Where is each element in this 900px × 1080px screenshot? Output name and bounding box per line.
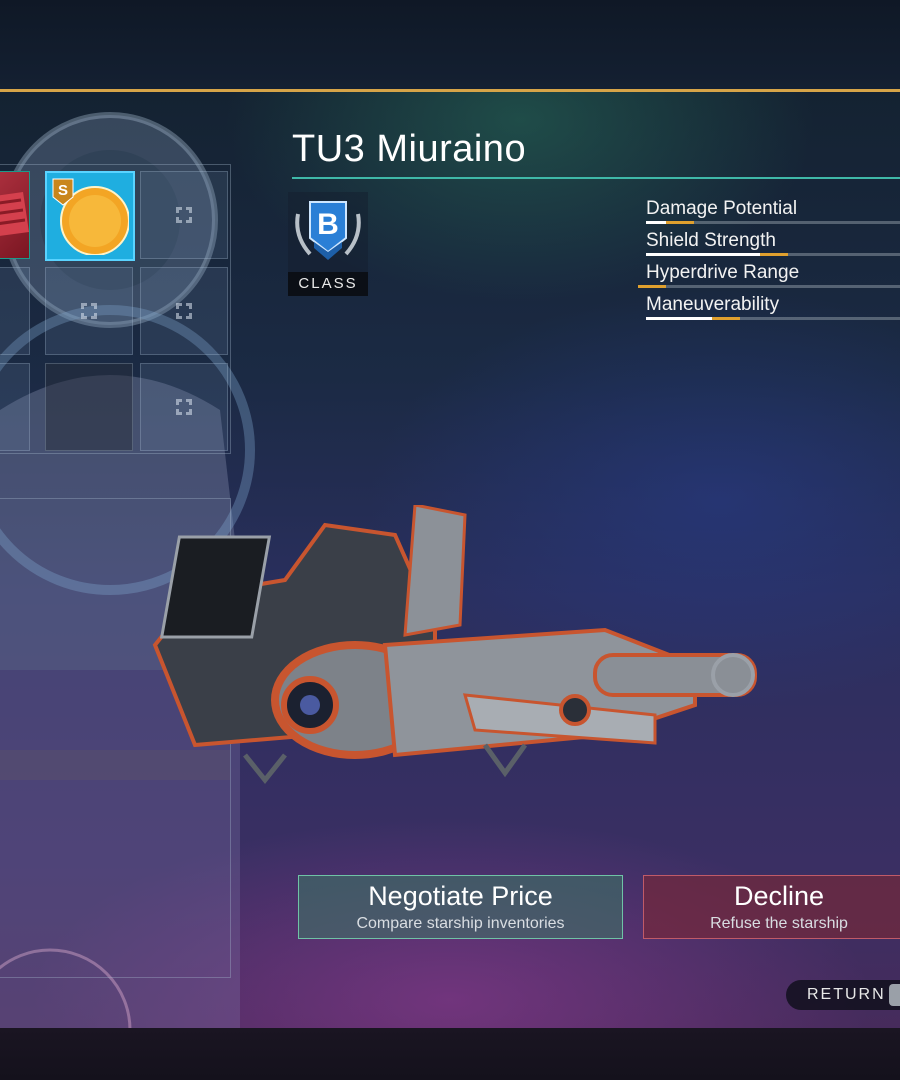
keyboard-key-icon [889,984,900,1006]
return-button[interactable]: RETURN [786,980,900,1010]
class-label: CLASS [288,272,368,296]
inventory-slot-empty[interactable] [140,363,228,451]
stat-bar [646,317,900,320]
empty-slot-icon [176,207,192,223]
stat-label: Hyperdrive Range [646,262,800,283]
salvage-badge-letter: S [58,182,68,199]
red-module-icon [0,192,29,236]
decline-label: Decline [733,881,825,911]
ship-name: TU3 Miuraino [292,128,527,170]
stat-bar [646,253,900,256]
negotiate-label: Negotiate Price [368,881,553,911]
class-grade: B [317,208,339,241]
inventory-slot-empty[interactable] [140,267,228,355]
inventory-slot-empty[interactable] [140,171,228,259]
stat-label: Maneuverability [646,294,780,315]
stat-maneuverability: Maneuverability [646,294,900,326]
ship-stats: Damage Potential Shield Strength Hyperdr… [638,198,900,326]
game-scene: S TU3 Miuraino B CLASS Damage Potential … [0,0,900,1080]
inventory-slot-empty[interactable] [0,267,30,355]
inventory-slot-empty[interactable] [45,267,133,355]
top-band [0,0,900,90]
stat-damage-potential: Damage Potential [646,198,900,230]
stat-hyperdrive-range: Hyperdrive Range [638,262,900,294]
bottom-band [0,1028,900,1080]
header-divider [0,89,900,92]
stat-bar [646,221,900,224]
stat-label: Shield Strength [646,230,776,251]
class-badge: B CLASS [288,192,368,296]
empty-slot-icon [81,303,97,319]
inventory-grid: S [0,164,231,454]
inventory-slot-item[interactable]: S [45,171,135,261]
inventory-slot-item[interactable] [0,171,30,259]
empty-slot-icon [176,303,192,319]
decline-button[interactable]: Decline Refuse the starship [643,875,900,939]
decline-sublabel: Refuse the starship [710,915,848,932]
empty-slot-icon [176,399,192,415]
title-divider [292,177,900,179]
inventory-slot-empty[interactable] [45,363,133,451]
return-label: RETURN [807,986,886,1003]
class-shield-icon: B [295,201,361,260]
negotiate-sublabel: Compare starship inventories [356,915,565,932]
starship-model [152,505,757,785]
negotiate-price-button[interactable]: Negotiate Price Compare starship invento… [298,875,623,939]
inventory-slot-empty[interactable] [0,363,30,451]
stat-shield-strength: Shield Strength [646,230,900,262]
stat-bar [638,285,900,288]
stat-label: Damage Potential [646,198,798,219]
salvage-coin-icon: S [52,178,130,256]
